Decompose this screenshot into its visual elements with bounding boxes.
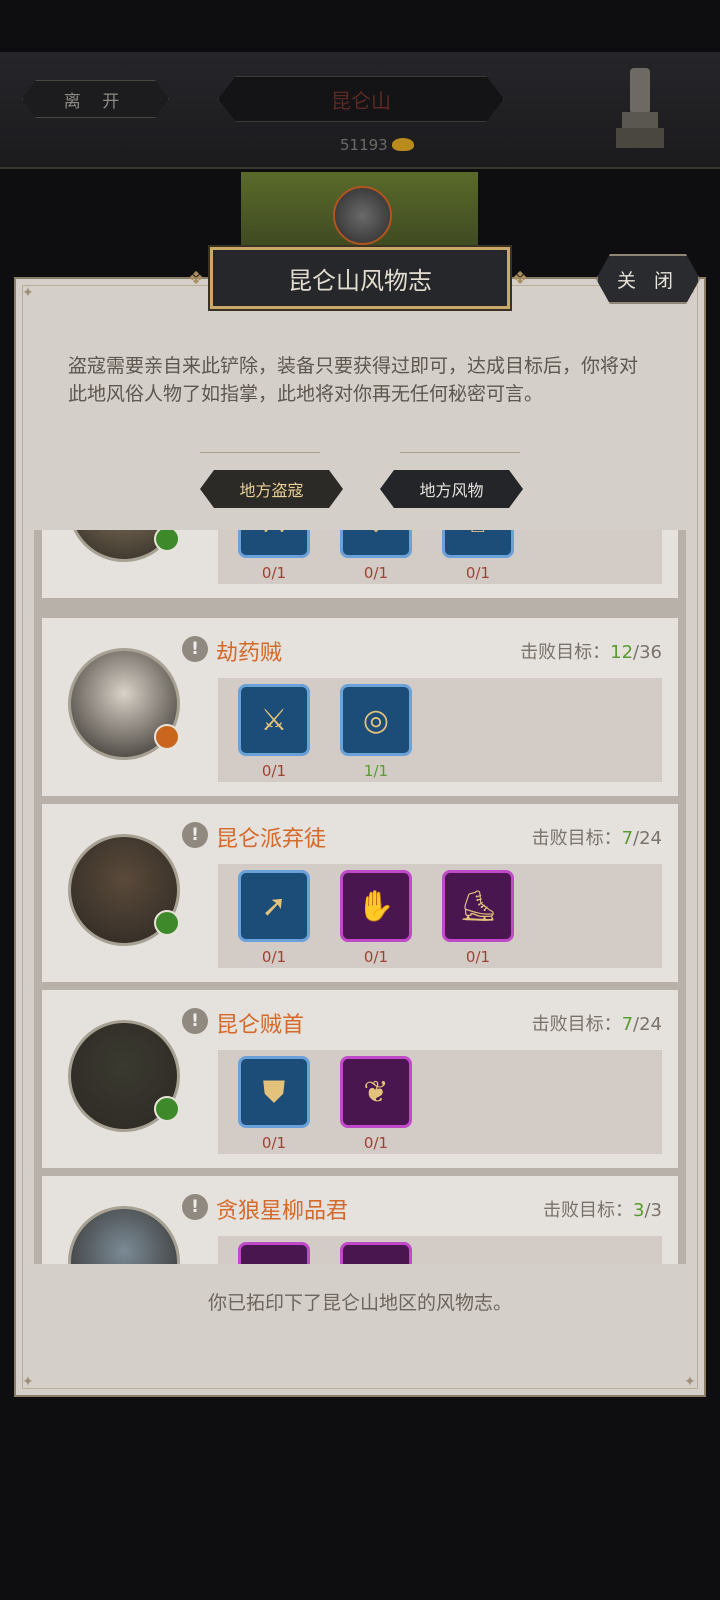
defeat-total: /24 [633, 828, 662, 849]
bracelet-icon[interactable]: ◎ [340, 684, 412, 756]
location-name-plate: 昆仑山 [218, 76, 504, 122]
bracer-icon[interactable]: ⛊ [238, 1056, 310, 1128]
defeat-goal: 击败目标：12/36 [520, 638, 662, 664]
rank-badge-icon [154, 724, 180, 750]
gauntlet-icon[interactable]: ✋ [340, 870, 412, 942]
tab-local-customs[interactable]: 地方风物 [380, 470, 523, 508]
defeat-total: /24 [633, 1014, 662, 1035]
bandit-name: 昆仑贼首 [216, 1013, 305, 1038]
item-count: 0/1 [261, 1134, 287, 1152]
bandit-list[interactable]: ⚔0/1⛨0/1♛0/1!劫药贼击败目标：12/36⚔0/1◎1/1!昆仑派弃徒… [34, 530, 686, 1264]
defeat-goal-label: 击败目标： [543, 1200, 634, 1221]
map-character-token [333, 186, 392, 245]
bandit-name: 贪狼星柳品君 [216, 1199, 349, 1224]
panel-title: 昆仑山风物志 [210, 247, 510, 309]
leave-button[interactable]: 离 开 [22, 80, 169, 118]
defeat-goal-label: 击败目标： [531, 828, 622, 849]
defeat-current: 7 [621, 828, 634, 849]
defeat-total: /3 [644, 1200, 662, 1221]
bandit-name: 昆仑派弃徒 [216, 827, 327, 852]
bandit-name: 劫药贼 [216, 641, 283, 666]
item-count: 0/1 [261, 948, 287, 966]
item-count: 0/1 [363, 1134, 389, 1152]
corner-ornament-icon: ✦ [684, 1374, 696, 1390]
defeat-total: /36 [633, 642, 662, 663]
defeat-goal: 击败目标：3/3 [543, 1196, 662, 1222]
defeat-goal: 击败目标：7/24 [532, 1010, 662, 1036]
rank-badge-icon [154, 530, 180, 552]
divider-right [400, 452, 520, 453]
intro-text: 盗寇需要亲自来此铲除，装备只要获得过即可，达成目标后，你将对此地风俗人物了如指掌… [68, 355, 639, 405]
info-icon[interactable]: ! [182, 1008, 208, 1034]
blade-icon[interactable]: ⚔ [238, 1242, 310, 1264]
bandit-card[interactable]: ! 贪狼星柳品君 击败目标：3/3 ⚔ ◎ [42, 1176, 678, 1264]
defeat-goal-label: 击败目标： [531, 1014, 622, 1035]
title-ornament-left-icon: ❖ [188, 268, 205, 289]
item-count: 1/1 [363, 762, 389, 780]
gold-ingot-icon [392, 138, 414, 151]
info-icon[interactable]: ! [182, 636, 208, 662]
rank-badge-icon [154, 910, 180, 936]
bandit-card[interactable]: ! 劫药贼 击败目标：12/36 ⚔ 0/1 ◎ 1/1 [42, 618, 678, 796]
ring-icon[interactable]: ◎ [340, 1242, 412, 1264]
bandit-card[interactable]: ! 昆仑贼首 击败目标：7/24 ⛊ 0/1 ❦ 0/1 [42, 990, 678, 1168]
defeat-current: 12 [610, 642, 634, 663]
item-count: 0/1 [465, 564, 491, 582]
sword-icon[interactable]: ⚔ [238, 530, 310, 558]
saber-icon[interactable]: ⚔ [238, 684, 310, 756]
divider-left [200, 452, 320, 453]
defeat-current: 3 [633, 1200, 645, 1221]
defeat-goal: 击败目标：7/24 [532, 824, 662, 850]
corner-ornament-icon: ✦ [22, 285, 34, 301]
item-count: 0/1 [363, 948, 389, 966]
boots-icon[interactable]: ⛸ [442, 870, 514, 942]
item-count: 0/1 [465, 948, 491, 966]
defeat-current: 7 [621, 1014, 634, 1035]
title-ornament-right-icon: ❖ [512, 268, 529, 289]
bandit-card[interactable]: ! 昆仑派弃徒 击败目标：7/24 ➚ 0/1 ✋ 0/1 ⛸ 0/1 [42, 804, 678, 982]
helmet-icon[interactable]: ♛ [442, 530, 514, 558]
armor-icon[interactable]: ⛨ [340, 530, 412, 558]
item-count: 0/1 [261, 762, 287, 780]
rank-badge-icon [154, 1096, 180, 1122]
tab-local-bandits[interactable]: 地方盗寇 [200, 470, 343, 508]
item-count: 0/1 [363, 564, 389, 582]
bandit-portrait [68, 1206, 180, 1264]
necklace-icon[interactable]: ❦ [340, 1056, 412, 1128]
info-icon[interactable]: ! [182, 1194, 208, 1220]
corner-ornament-icon: ✦ [22, 1374, 34, 1390]
info-icon[interactable]: ! [182, 822, 208, 848]
stone-statue-icon[interactable] [612, 64, 668, 154]
spear-icon[interactable]: ➚ [238, 870, 310, 942]
money-amount: 51193 [340, 136, 388, 154]
close-button[interactable]: 关 闭 [596, 254, 700, 304]
defeat-goal-label: 击败目标： [520, 642, 611, 663]
bandit-card[interactable]: ⚔ 0/1 ⛨ 0/1 ♛ 0/1 [42, 530, 678, 598]
footer-message: 你已拓印下了昆仑山地区的风物志。 [207, 1292, 512, 1314]
item-count: 0/1 [261, 564, 287, 582]
